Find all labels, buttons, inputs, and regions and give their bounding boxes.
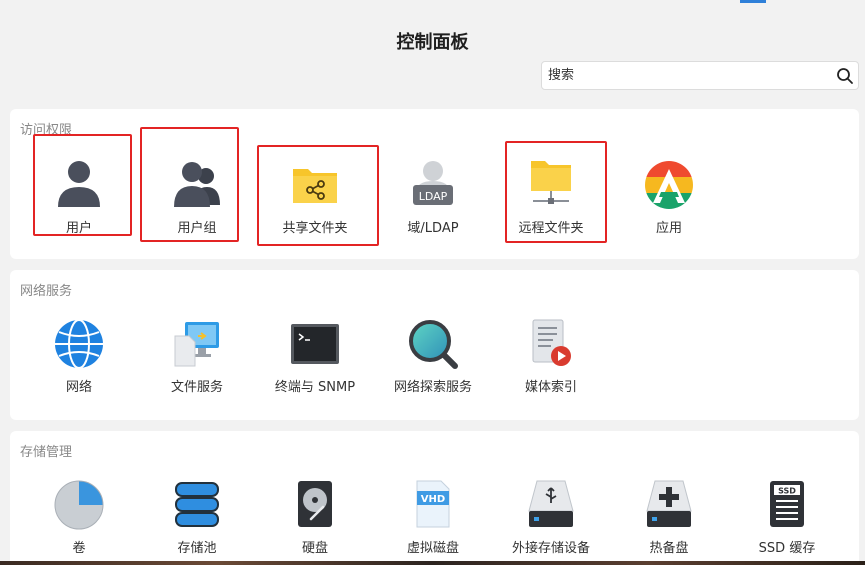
item-label: 外接存储设备 [511,541,590,556]
item-label: 共享文件夹 [282,221,348,236]
item-shared-folder[interactable]: 共享文件夹 [260,159,370,236]
active-tab-indicator [740,0,766,3]
item-application[interactable]: 应用 [614,159,724,236]
item-file-service[interactable]: 文件服务 [142,318,252,395]
section-title: 存储管理 [20,445,73,460]
discovery-magnifier-icon [409,320,458,369]
item-label: 用户 [65,221,92,236]
item-hard-disk[interactable]: 硬盘 [260,479,370,556]
item-network-discovery[interactable]: 网络探索服务 [378,318,488,395]
item-hot-spare[interactable]: 热备盘 [614,479,724,556]
shared-folder-icon [293,169,337,203]
item-network[interactable]: 网络 [24,318,134,395]
usb-external-storage-icon [528,480,574,527]
storage-pool-icon [175,482,219,527]
vhd-icon-text: VHD [421,494,445,505]
application-icon [645,161,693,209]
section-title: 访问权限 [20,123,73,138]
desktop-background-strip [0,561,865,565]
item-label: 媒体索引 [524,380,577,395]
remote-folder-icon [531,161,571,204]
item-label: 虚拟磁盘 [406,541,459,556]
item-label: 终端与 SNMP [274,380,356,395]
item-label: 硬盘 [301,541,328,556]
section-access: 访问权限 用户 用户组 共享文件夹 LDAP 域/LDAP 远程文件夹 应用 [10,109,859,259]
item-label: 文件服务 [170,380,223,395]
item-user-group[interactable]: 用户组 [142,159,252,236]
item-terminal-snmp[interactable]: 终端与 SNMP [260,318,370,395]
ldap-icon: LDAP [413,161,453,205]
virtual-disk-icon: VHD [416,480,450,528]
terminal-icon [291,324,339,364]
page-title: 控制面板 [396,32,469,53]
ssd-cache-icon: SSD [770,481,804,527]
item-virtual-disk[interactable]: VHD 虚拟磁盘 [378,479,488,556]
item-volume[interactable]: 卷 [24,479,134,556]
item-label: 卷 [72,541,86,556]
user-group-icon [174,162,220,207]
item-label: 远程文件夹 [518,221,584,236]
item-label: 网络探索服务 [393,380,472,395]
hard-disk-icon [298,481,332,527]
volume-pie-icon [54,480,104,530]
section-network-services: 网络服务 网络 文件服务 终端与 SNMP 网络探索服务 媒体索引 [10,270,859,420]
item-media-index[interactable]: 媒体索引 [496,318,606,395]
item-label: 热备盘 [649,541,689,556]
media-index-icon [532,319,571,366]
user-icon [58,161,100,207]
search-box[interactable] [541,61,859,90]
search-input[interactable] [548,65,828,86]
item-label: SSD 缓存 [758,541,816,556]
hot-spare-icon [646,480,692,527]
item-label: 应用 [655,221,682,236]
item-label: 域/LDAP [407,221,459,236]
item-remote-folder[interactable]: 远程文件夹 [496,159,606,236]
search-icon[interactable] [836,67,854,85]
item-domain-ldap[interactable]: LDAP 域/LDAP [378,159,488,236]
ldap-icon-text: LDAP [419,190,448,203]
item-storage-pool[interactable]: 存储池 [142,479,252,556]
item-external-storage[interactable]: 外接存储设备 [496,479,606,556]
item-user[interactable]: 用户 [24,159,134,236]
item-label: 网络 [65,380,92,395]
network-globe-icon [55,319,103,369]
item-label: 用户组 [177,221,217,236]
file-service-icon [174,322,219,367]
item-ssd-cache[interactable]: SSD SSD 缓存 [732,479,842,556]
item-label: 存储池 [177,541,217,556]
section-storage: 存储管理 卷 存储池 硬盘 VHD 虚拟磁盘 外接存储设备 热备盘 SSD SS… [10,431,859,565]
section-title: 网络服务 [20,284,73,299]
ssd-icon-text: SSD [778,487,796,496]
